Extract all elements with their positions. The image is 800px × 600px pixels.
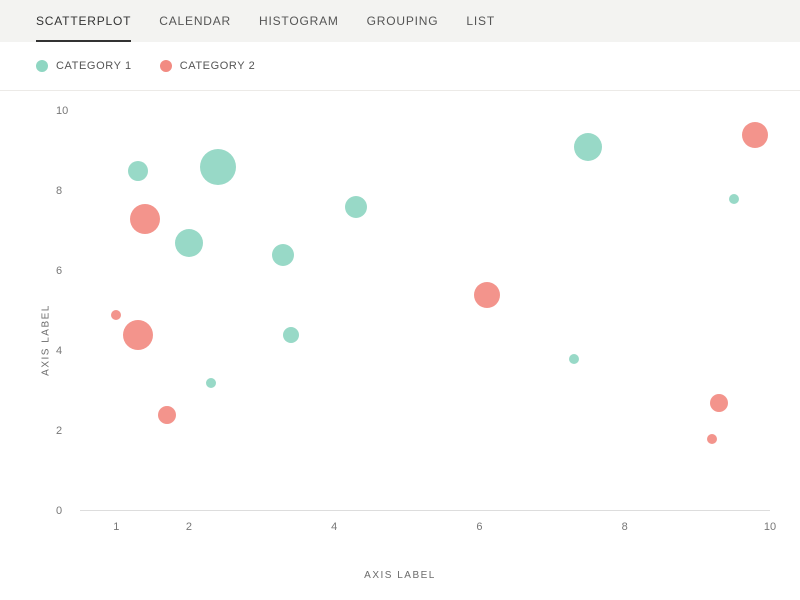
chart-legend: CATEGORY 1 CATEGORY 2 bbox=[0, 42, 800, 91]
chart-area: AXIS LABEL AXIS LABEL 12468100246810 bbox=[0, 91, 800, 589]
data-point[interactable] bbox=[272, 244, 294, 266]
data-point[interactable] bbox=[569, 354, 579, 364]
data-point[interactable] bbox=[345, 196, 367, 218]
y-tick: 4 bbox=[56, 345, 62, 357]
data-point[interactable] bbox=[111, 310, 121, 320]
data-point[interactable] bbox=[283, 327, 299, 343]
legend-item-1[interactable]: CATEGORY 1 bbox=[36, 60, 132, 72]
tab-histogram[interactable]: HISTOGRAM bbox=[259, 14, 339, 42]
x-tick: 1 bbox=[113, 521, 119, 533]
x-axis-label: AXIS LABEL bbox=[364, 570, 436, 581]
data-point[interactable] bbox=[175, 229, 203, 257]
tab-grouping[interactable]: GROUPING bbox=[367, 14, 439, 42]
tab-calendar[interactable]: CALENDAR bbox=[159, 14, 231, 42]
legend-swatch-icon bbox=[36, 60, 48, 72]
x-tick: 6 bbox=[476, 521, 482, 533]
legend-item-2[interactable]: CATEGORY 2 bbox=[160, 60, 256, 72]
x-tick: 10 bbox=[764, 521, 776, 533]
view-tabs: SCATTERPLOT CALENDAR HISTOGRAM GROUPING LIST bbox=[0, 0, 800, 42]
y-tick: 10 bbox=[56, 105, 68, 117]
y-tick: 8 bbox=[56, 185, 62, 197]
plot-region: 12468100246810 bbox=[80, 111, 770, 511]
x-tick: 2 bbox=[186, 521, 192, 533]
data-point[interactable] bbox=[200, 149, 236, 185]
x-axis-line bbox=[80, 510, 770, 511]
x-tick: 8 bbox=[622, 521, 628, 533]
y-axis-label: AXIS LABEL bbox=[40, 304, 51, 376]
data-point[interactable] bbox=[123, 320, 153, 350]
data-point[interactable] bbox=[130, 204, 160, 234]
data-point[interactable] bbox=[474, 282, 500, 308]
x-tick: 4 bbox=[331, 521, 337, 533]
y-tick: 2 bbox=[56, 425, 62, 437]
legend-swatch-icon bbox=[160, 60, 172, 72]
data-point[interactable] bbox=[742, 122, 768, 148]
data-point[interactable] bbox=[128, 161, 148, 181]
tab-scatterplot[interactable]: SCATTERPLOT bbox=[36, 14, 131, 42]
data-point[interactable] bbox=[729, 194, 739, 204]
y-tick: 0 bbox=[56, 505, 62, 517]
data-point[interactable] bbox=[158, 406, 176, 424]
data-point[interactable] bbox=[710, 394, 728, 412]
data-point[interactable] bbox=[707, 434, 717, 444]
legend-label: CATEGORY 2 bbox=[180, 60, 256, 72]
tab-list[interactable]: LIST bbox=[466, 14, 495, 42]
data-point[interactable] bbox=[574, 133, 602, 161]
legend-label: CATEGORY 1 bbox=[56, 60, 132, 72]
data-point[interactable] bbox=[206, 378, 216, 388]
y-tick: 6 bbox=[56, 265, 62, 277]
